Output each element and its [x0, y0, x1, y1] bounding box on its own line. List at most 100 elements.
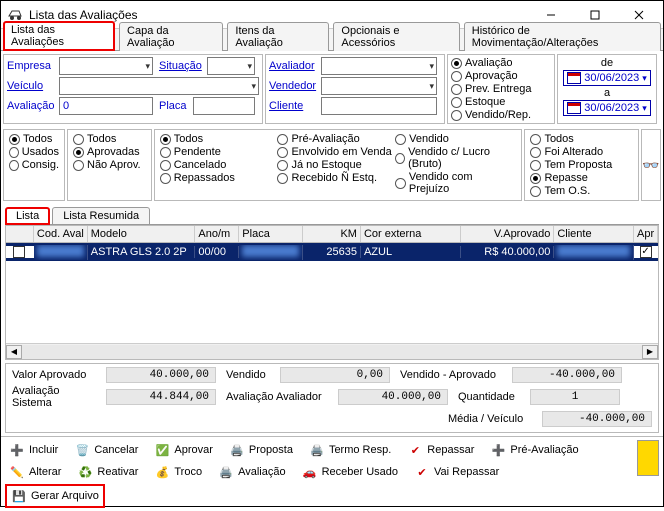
input-cliente[interactable] [321, 97, 437, 115]
gh-check[interactable] [6, 226, 34, 242]
radio-c-vendprej[interactable]: Vendido com Prejuízo [395, 171, 513, 195]
radio-avaliacao[interactable]: Avaliação [451, 57, 551, 69]
link-avaliador[interactable]: Avaliador [269, 60, 319, 72]
proposta-button[interactable]: 🖨️Proposta [225, 440, 297, 460]
filter-group-2: Avaliador Vendedor Cliente [265, 54, 445, 124]
troco-button[interactable]: 💰Troco [150, 462, 206, 482]
aprovar-button[interactable]: ✅Aprovar [150, 440, 217, 460]
radio-preventrega[interactable]: Prev. Entrega [451, 83, 551, 95]
grid-hscrollbar[interactable]: ◀ ▶ [6, 343, 658, 359]
radio-c-jaestoque[interactable]: Já no Estoque [277, 159, 395, 171]
scroll-right-button[interactable]: ▶ [642, 345, 658, 359]
gh-apr[interactable]: Apr [634, 226, 658, 242]
lbl: Usados [22, 146, 59, 158]
combo-vendedor[interactable] [321, 77, 437, 95]
gh-cor[interactable]: Cor externa [361, 226, 461, 242]
gh-codaval[interactable]: Cod. Aval [34, 226, 88, 242]
combo-avaliador[interactable] [321, 57, 437, 75]
label-de: de [601, 57, 613, 69]
radio-c-cancelado[interactable]: Cancelado [160, 159, 278, 171]
radio-c-recnestq[interactable]: Recebido Ñ Estq. [277, 172, 395, 184]
reativar-button[interactable]: ♻️Reativar [73, 462, 142, 482]
date-from[interactable]: 30/06/2023 [563, 70, 651, 86]
avaliacao-button[interactable]: 🖨️Avaliação [214, 462, 290, 482]
link-veiculo[interactable]: Veículo [7, 80, 57, 92]
combo-veiculo[interactable] [59, 77, 259, 95]
radio-avaliacao-label: Avaliação [465, 57, 513, 69]
lbl: Receber Usado [322, 466, 398, 478]
preavaliacao-button[interactable]: ➕Pré-Avaliação [486, 440, 582, 460]
radio-d-proposta[interactable]: Tem Proposta [530, 159, 633, 171]
val-qtde: 1 [530, 389, 620, 405]
lbl: Alterar [29, 466, 61, 478]
date-to[interactable]: 30/06/2023 [563, 100, 651, 116]
exit-button[interactable] [637, 440, 659, 476]
radio-b-aprovadas[interactable]: Aprovadas [73, 146, 146, 158]
link-cliente[interactable]: Cliente [269, 100, 319, 112]
radio-c-vendido[interactable]: Vendido [395, 133, 513, 145]
radio-c-vendlucro[interactable]: Vendido c/ Lucro (Bruto) [395, 146, 513, 170]
input-avaliacao[interactable]: 0 [59, 97, 153, 115]
tab-lista-avaliacoes[interactable]: Lista das Avaliações [3, 21, 115, 51]
radio-a-todos[interactable]: Todos [9, 133, 59, 145]
row-aprovado-checkbox[interactable] [640, 246, 652, 258]
lbl: Avaliação [238, 466, 286, 478]
incluir-button[interactable]: ➕Incluir [5, 440, 62, 460]
lbl-aval-sistema: Avaliação Sistema [12, 385, 102, 409]
val-aval-avaliador: 40.000,00 [338, 389, 448, 405]
input-placa[interactable] [193, 97, 255, 115]
radio-a-usados[interactable]: Usados [9, 146, 59, 158]
combo-situacao[interactable] [207, 57, 255, 75]
window-title: Lista das Avaliações [29, 8, 529, 22]
radio-d-alterado[interactable]: Foi Alterado [530, 146, 633, 158]
gh-ano[interactable]: Ano/m [195, 226, 239, 242]
receber-button[interactable]: 🚗Receber Usado [298, 462, 402, 482]
radio-a-consig[interactable]: Consig. [9, 159, 59, 171]
alterar-button[interactable]: ✏️Alterar [5, 462, 65, 482]
link-situacao[interactable]: Situação [159, 60, 205, 72]
gh-km[interactable]: KM [303, 226, 361, 242]
radio-c-repassados[interactable]: Repassados [160, 172, 278, 184]
radio-c-pendente[interactable]: Pendente [160, 146, 278, 158]
radio-d-temos[interactable]: Tem O.S. [530, 185, 633, 197]
cancelar-button[interactable]: 🗑️Cancelar [70, 440, 142, 460]
tab-opcionais[interactable]: Opcionais e Acessórios [333, 22, 459, 51]
termo-button[interactable]: 🖨️Termo Resp. [305, 440, 395, 460]
repassar-button[interactable]: ✔Repassar [403, 440, 478, 460]
totals-panel: Valor Aprovado 40.000,00 Vendido 0,00 Ve… [5, 363, 659, 433]
label-placa: Placa [159, 100, 191, 112]
radio-aprovacao[interactable]: Aprovação [451, 70, 551, 82]
subtab-lista[interactable]: Lista [5, 207, 50, 225]
cell-ano: 00/00 [195, 246, 239, 258]
lbl-valor-aprovado: Valor Aprovado [12, 369, 102, 381]
radio-vendidorep-label: Vendido/Rep. [465, 109, 531, 121]
radio-d-repasse[interactable]: Repasse [530, 172, 633, 184]
grid-body[interactable]: ASTRA GLS 2.0 2P 00/00 25635 AZUL R$ 40.… [6, 243, 658, 343]
search-button[interactable]: 👓 [641, 129, 661, 201]
tab-capa[interactable]: Capa da Avaliação [119, 22, 223, 51]
gh-modelo[interactable]: Modelo [88, 226, 196, 242]
gh-vaprov[interactable]: V.Aprovado [461, 226, 555, 242]
radio-d-todos[interactable]: Todos [530, 133, 633, 145]
gh-cliente[interactable]: Cliente [554, 226, 634, 242]
lbl: Vendido c/ Lucro (Bruto) [408, 146, 513, 170]
scroll-left-button[interactable]: ◀ [6, 345, 22, 359]
link-vendedor[interactable]: Vendedor [269, 80, 319, 92]
gerar-arquivo-button[interactable]: 💾Gerar Arquivo [5, 484, 105, 508]
radio-c-todos[interactable]: Todos [160, 133, 278, 145]
vai-repassar-button[interactable]: ✔Vai Repassar [410, 462, 503, 482]
gh-placa[interactable]: Placa [239, 226, 303, 242]
scroll-track[interactable] [22, 345, 642, 359]
tab-itens[interactable]: Itens da Avaliação [227, 22, 329, 51]
radio-c-envvenda[interactable]: Envolvido em Venda [277, 146, 395, 158]
radio-vendidorep[interactable]: Vendido/Rep. [451, 109, 551, 121]
radio-estoque[interactable]: Estoque [451, 96, 551, 108]
tab-historico[interactable]: Histórico de Movimentação/Alterações [464, 22, 661, 51]
subtab-lista-resumida[interactable]: Lista Resumida [52, 207, 150, 224]
radio-b-todos[interactable]: Todos [73, 133, 146, 145]
row-checkbox[interactable] [13, 246, 25, 258]
radio-b-naoaprov[interactable]: Não Aprov. [73, 159, 146, 171]
combo-empresa[interactable] [59, 57, 153, 75]
radio-c-preaval[interactable]: Pré-Avaliação [277, 133, 395, 145]
table-row[interactable]: ASTRA GLS 2.0 2P 00/00 25635 AZUL R$ 40.… [6, 243, 658, 261]
